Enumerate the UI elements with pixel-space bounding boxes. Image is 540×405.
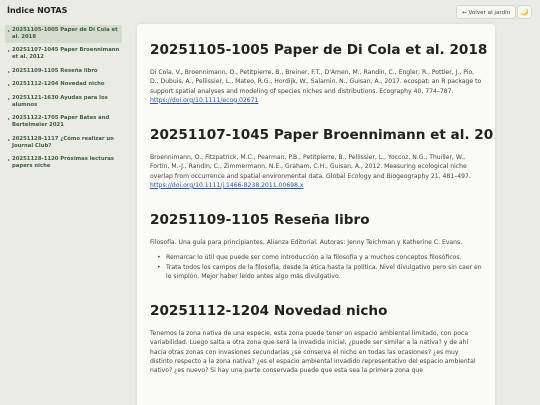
chevron-right-icon: ▸ — [8, 48, 11, 54]
sidebar: Índice NOTAS ▸ 20251105-1005 Paper de Di … — [0, 0, 127, 405]
note-broennimann: 20251107-1045 Paper Broennimann et al. 2… — [150, 127, 495, 190]
note-novedad-nicho: 20251112-1204 Novedad nicho Tenemos la z… — [150, 303, 482, 375]
list-item: Remarcar lo útil que puede ser como intr… — [150, 253, 482, 263]
sidebar-item-label: 20251122-1705 Paper Bates and Bertelmeie… — [12, 115, 110, 129]
sidebar-item-label: 20251109-1105 Reseña libro — [12, 67, 98, 74]
doi-link[interactable]: https://doi.org/10.1111/ecog.02671 — [150, 97, 258, 104]
note-title: 20251109-1105 Reseña libro — [150, 212, 370, 228]
sidebar-item-label: 20251128-1117 ¿Cómo realizar un Journal … — [12, 135, 114, 149]
list-item: Trata todos los campos de la filosofía, … — [150, 263, 482, 282]
note-bullet-list: Remarcar lo útil que puede ser como intr… — [150, 253, 482, 281]
note-body: Broennimann, O., Fitzpatrick, M.C., Pear… — [150, 153, 482, 190]
note-text: Di Cola, V., Broennimann, O., Petitpierr… — [150, 69, 482, 95]
chevron-right-icon: ▸ — [8, 68, 11, 74]
note-title: 20251105-1005 Paper de Di Cola et al. 20… — [150, 42, 488, 58]
sidebar-item-label: 20251112-1204 Novedad nicho — [12, 81, 105, 88]
note-title: 20251107-1045 Paper Broennimann et al. 2… — [150, 127, 495, 143]
note-di-cola: 20251105-1005 Paper de Di Cola et al. 20… — [150, 42, 488, 105]
back-to-garden-button[interactable]: ← Volver al jardín — [456, 5, 517, 19]
note-resena-libro: 20251109-1105 Reseña libro Filosofía. Un… — [150, 212, 482, 281]
note-text: Filosofía. Una guía para principiantes, … — [150, 239, 463, 246]
moon-icon[interactable]: 🌙 — [517, 5, 532, 19]
chevron-right-icon: ▸ — [8, 116, 11, 122]
chevron-right-icon: ▸ — [8, 28, 11, 33]
note-body: Tenemos la zona nativa de una especie, e… — [150, 329, 482, 375]
sidebar-title: Índice NOTAS — [7, 6, 68, 15]
chevron-right-icon: ▸ — [8, 95, 11, 101]
chevron-right-icon: ▸ — [8, 82, 11, 88]
note-text: Tenemos la zona nativa de una especie, e… — [150, 330, 476, 374]
sidebar-item-label: 20251105-1005 Paper de Di Cola et al. 20… — [12, 27, 118, 40]
sidebar-item-label: 20251107-1045 Paper Broennimann et al. 2… — [12, 47, 120, 61]
sidebar-item-bates-bertelmeier[interactable]: ▸ 20251122-1705 Paper Bates and Bertelmei… — [5, 113, 122, 131]
doi-link[interactable]: https://doi.org/10.1111/j.1466-8238.2011… — [150, 182, 304, 189]
sidebar-item-proximas-lecturas[interactable]: ▸ 20251128-1120 Próximas lecturas papers … — [5, 154, 122, 172]
note-text: Broennimann, O., Fitzpatrick, M.C., Pear… — [150, 154, 471, 180]
sidebar-item-label: 20251121-1630 Ayudas para los alumnos — [12, 94, 108, 108]
note-body: Di Cola, V., Broennimann, O., Petitpierr… — [150, 68, 482, 105]
note-body: Filosofía. Una guía para principiantes, … — [150, 238, 482, 281]
chevron-right-icon: ▸ — [8, 157, 11, 163]
sidebar-item-journal-club[interactable]: ▸ 20251128-1117 ¿Cómo realizar un Journal… — [5, 134, 122, 152]
note-title: 20251112-1204 Novedad nicho — [150, 303, 388, 319]
sidebar-item-resena-libro[interactable]: ▸ 20251109-1105 Reseña libro — [5, 66, 122, 77]
chevron-right-icon: ▸ — [8, 136, 11, 142]
sidebar-item-ayudas-alumnos[interactable]: ▸ 20251121-1630 Ayudas para los alumnos — [5, 93, 122, 111]
notes-content: 20251105-1005 Paper de Di Cola et al. 20… — [137, 24, 495, 405]
sidebar-item-novedad-nicho[interactable]: ▸ 20251112-1204 Novedad nicho — [5, 79, 122, 90]
sidebar-item-di-cola[interactable]: ▸ 20251105-1005 Paper de Di Cola et al. 2… — [5, 25, 122, 43]
sidebar-item-label: 20251128-1120 Próximas lecturas papers n… — [12, 156, 114, 170]
sidebar-item-broennimann[interactable]: ▸ 20251107-1045 Paper Broennimann et al. … — [5, 45, 122, 63]
